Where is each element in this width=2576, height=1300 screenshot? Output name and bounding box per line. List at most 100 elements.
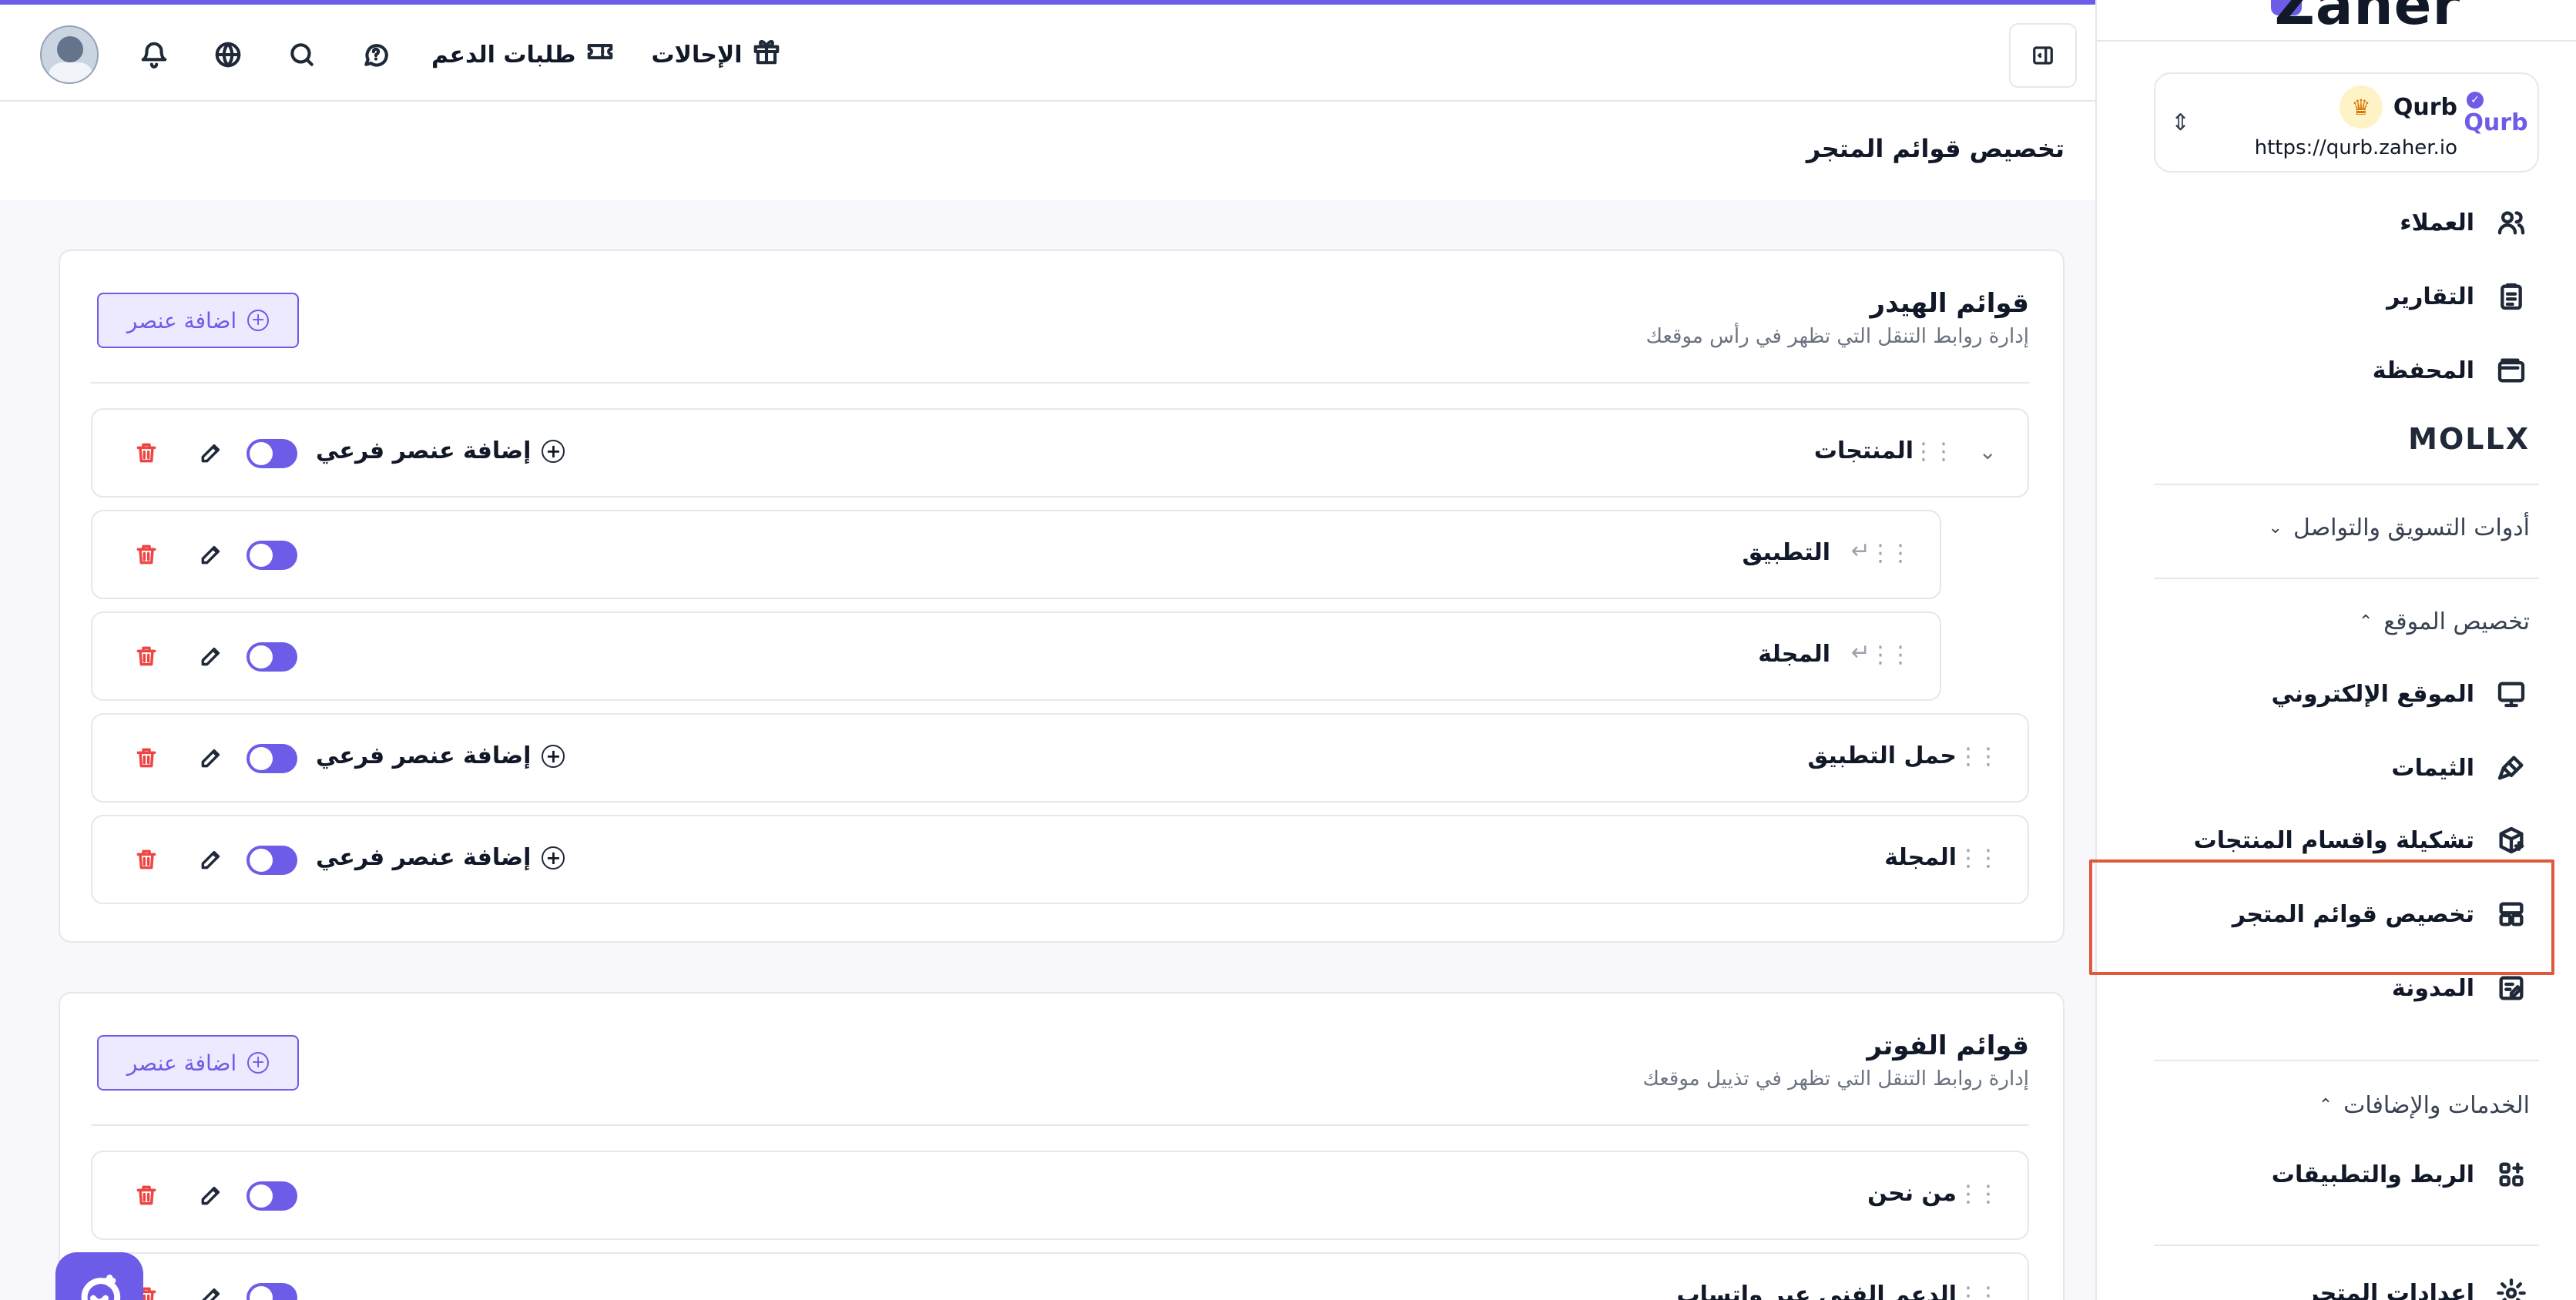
drag-handle-icon[interactable]: ⋮⋮ <box>1869 542 1912 565</box>
top-header: طلبات الدعم الإحالات <box>0 0 2095 102</box>
menu-row: ⋮⋮ الدعم الفني عبر واتساب <box>91 1252 2029 1300</box>
search-icon[interactable] <box>283 36 320 73</box>
sidebar-toggle-button[interactable] <box>2009 23 2077 88</box>
divider <box>2154 484 2539 485</box>
chevron-down-icon[interactable]: ⌄ <box>1979 439 1997 464</box>
store-name-row: Qurb ♛ <box>2255 85 2457 129</box>
avatar[interactable] <box>40 25 99 84</box>
menu-row: ⌄ ⋮⋮ المنتجات + إضافة عنصر فرعي <box>91 408 2029 498</box>
box-icon <box>2494 823 2528 857</box>
support-link[interactable]: طلبات الدعم <box>431 37 615 72</box>
settings-icon <box>2494 1276 2528 1300</box>
menu-row-child: ⋮⋮ ↵ المجلة <box>91 611 1941 701</box>
trash-icon[interactable] <box>131 437 162 468</box>
visibility-toggle[interactable] <box>247 846 297 875</box>
trash-icon[interactable] <box>131 742 162 773</box>
selection-highlight <box>2089 859 2554 975</box>
sidebar-item-label: تشكيلة واقسام المنتجات <box>2193 826 2474 854</box>
header-menu-subtitle: إدارة روابط التنقل التي تظهر في رأس موقع… <box>1645 325 2029 348</box>
trash-icon[interactable] <box>131 844 162 875</box>
return-arrow-icon: ↵ <box>1850 538 1870 565</box>
wallet-icon <box>2494 353 2528 387</box>
sidebar-item-reports[interactable]: التقارير <box>2154 270 2539 323</box>
trash-icon[interactable] <box>131 539 162 570</box>
section-marketing[interactable]: أدوات التسويق والتواصل ⌄ <box>2269 514 2530 541</box>
drag-handle-icon[interactable]: ⋮⋮ <box>1957 1183 2000 1206</box>
header-menu-title: قوائم الهيدر <box>1870 288 2029 319</box>
sidebar-item-label: الموقع الإلكتروني <box>2271 680 2474 708</box>
support-label: طلبات الدعم <box>431 41 576 69</box>
chevron-updown-icon[interactable]: ⇕ <box>2171 109 2190 136</box>
add-footer-item-button[interactable]: + اضافة عنصر <box>97 1035 299 1091</box>
chat-help-icon[interactable] <box>357 36 394 73</box>
ticket-icon <box>585 37 615 72</box>
sidebar-item-store-settings[interactable]: اعدادات المتجر <box>2154 1266 2539 1300</box>
visibility-toggle[interactable] <box>247 744 297 773</box>
visibility-toggle[interactable] <box>247 439 297 468</box>
plus-circle-icon: + <box>542 439 565 463</box>
sidebar-item-label: المدونة <box>2391 974 2474 1002</box>
store-switcher[interactable]: Qurb ✓ Qurb ♛ https://qurb.zaher.io ⇕ <box>2154 72 2539 173</box>
add-sub-item-button[interactable]: + إضافة عنصر فرعي <box>316 437 565 464</box>
add-sub-item-button[interactable]: + إضافة عنصر فرعي <box>316 844 565 871</box>
drag-handle-icon[interactable]: ⋮⋮ <box>1957 745 2000 769</box>
drag-handle-icon[interactable]: ⋮⋮ <box>1912 441 1955 464</box>
menu-row: ⋮⋮ المجلة + إضافة عنصر فرعي <box>91 815 2029 904</box>
edit-icon[interactable] <box>196 1282 226 1300</box>
store-logo: Qurb ✓ <box>2464 92 2528 149</box>
chevron-up-icon: ⌃ <box>2318 1096 2333 1115</box>
section-site-customization[interactable]: تخصيص الموقع ⌃ <box>2359 608 2530 635</box>
sidebar-item-label: التقارير <box>2386 283 2474 310</box>
menu-item-label: حمل التطبيق <box>1807 742 1957 769</box>
edit-icon[interactable] <box>196 1180 226 1211</box>
referrals-link[interactable]: الإحالات <box>652 37 781 72</box>
edit-icon[interactable] <box>196 437 226 468</box>
crown-icon: ♛ <box>2339 85 2383 129</box>
drag-handle-icon[interactable]: ⋮⋮ <box>1957 1285 2000 1300</box>
edit-icon[interactable] <box>196 539 226 570</box>
sidebar-item-label: الثيمات <box>2391 754 2474 782</box>
sidebar-item-integrations[interactable]: الربط والتطبيقات <box>2154 1148 2539 1201</box>
add-header-item-button[interactable]: + اضافة عنصر <box>97 293 299 348</box>
drag-handle-icon[interactable]: ⋮⋮ <box>1869 644 1912 667</box>
visibility-toggle[interactable] <box>247 1181 297 1211</box>
visibility-toggle[interactable] <box>247 1283 297 1300</box>
menu-item-label: من نحن <box>1867 1180 1957 1207</box>
store-meta: Qurb ♛ https://qurb.zaher.io <box>2255 85 2457 159</box>
edit-icon[interactable] <box>196 844 226 875</box>
brand-bar: Zaher <box>2097 0 2576 42</box>
sidebar-item-wallet[interactable]: المحفظة <box>2154 343 2539 397</box>
add-header-item-label: اضافة عنصر <box>126 307 237 333</box>
sidebar-item-website[interactable]: الموقع الإلكتروني <box>2154 667 2539 721</box>
globe-icon[interactable] <box>210 36 247 73</box>
add-sub-item-label: إضافة عنصر فرعي <box>316 742 532 769</box>
main-content: تخصيص قوائم المتجر قوائم الهيدر إدارة رو… <box>0 102 2095 1300</box>
plus-circle-icon: + <box>247 1052 270 1074</box>
trash-icon[interactable] <box>131 1180 162 1211</box>
add-sub-item-button[interactable]: + إضافة عنصر فرعي <box>316 742 565 769</box>
sidebar-item-themes[interactable]: الثيمات <box>2154 741 2539 795</box>
section-services[interactable]: الخدمات والإضافات ⌃ <box>2319 1092 2530 1119</box>
divider <box>91 382 2029 384</box>
users-icon <box>2494 206 2528 240</box>
visibility-toggle[interactable] <box>247 642 297 672</box>
edit-icon[interactable] <box>196 742 226 773</box>
apps-icon <box>2494 1158 2528 1191</box>
visibility-toggle[interactable] <box>247 541 297 570</box>
trash-icon[interactable] <box>131 641 162 672</box>
divider <box>91 1124 2029 1126</box>
return-arrow-icon: ↵ <box>1850 639 1870 666</box>
add-footer-item-label: اضافة عنصر <box>126 1050 237 1076</box>
menu-row-child: ⋮⋮ ↵ التطبيق <box>91 510 1941 599</box>
app-root: طلبات الدعم الإحالات تخصيص قوائم المتجر … <box>0 0 2576 1300</box>
ai-chat-button[interactable] <box>55 1252 143 1300</box>
drag-handle-icon[interactable]: ⋮⋮ <box>1957 847 2000 870</box>
edit-icon[interactable] <box>196 641 226 672</box>
mollix-logo[interactable]: MOLLX <box>2408 422 2530 456</box>
brush-icon <box>2494 751 2528 785</box>
bell-icon[interactable] <box>136 36 173 73</box>
sidebar-item-customers[interactable]: العملاء <box>2154 196 2539 250</box>
menu-item-label: المجلة <box>1884 844 1957 871</box>
section-label: الخدمات والإضافات <box>2343 1092 2530 1119</box>
brand-logo: Zaher <box>2274 0 2460 37</box>
